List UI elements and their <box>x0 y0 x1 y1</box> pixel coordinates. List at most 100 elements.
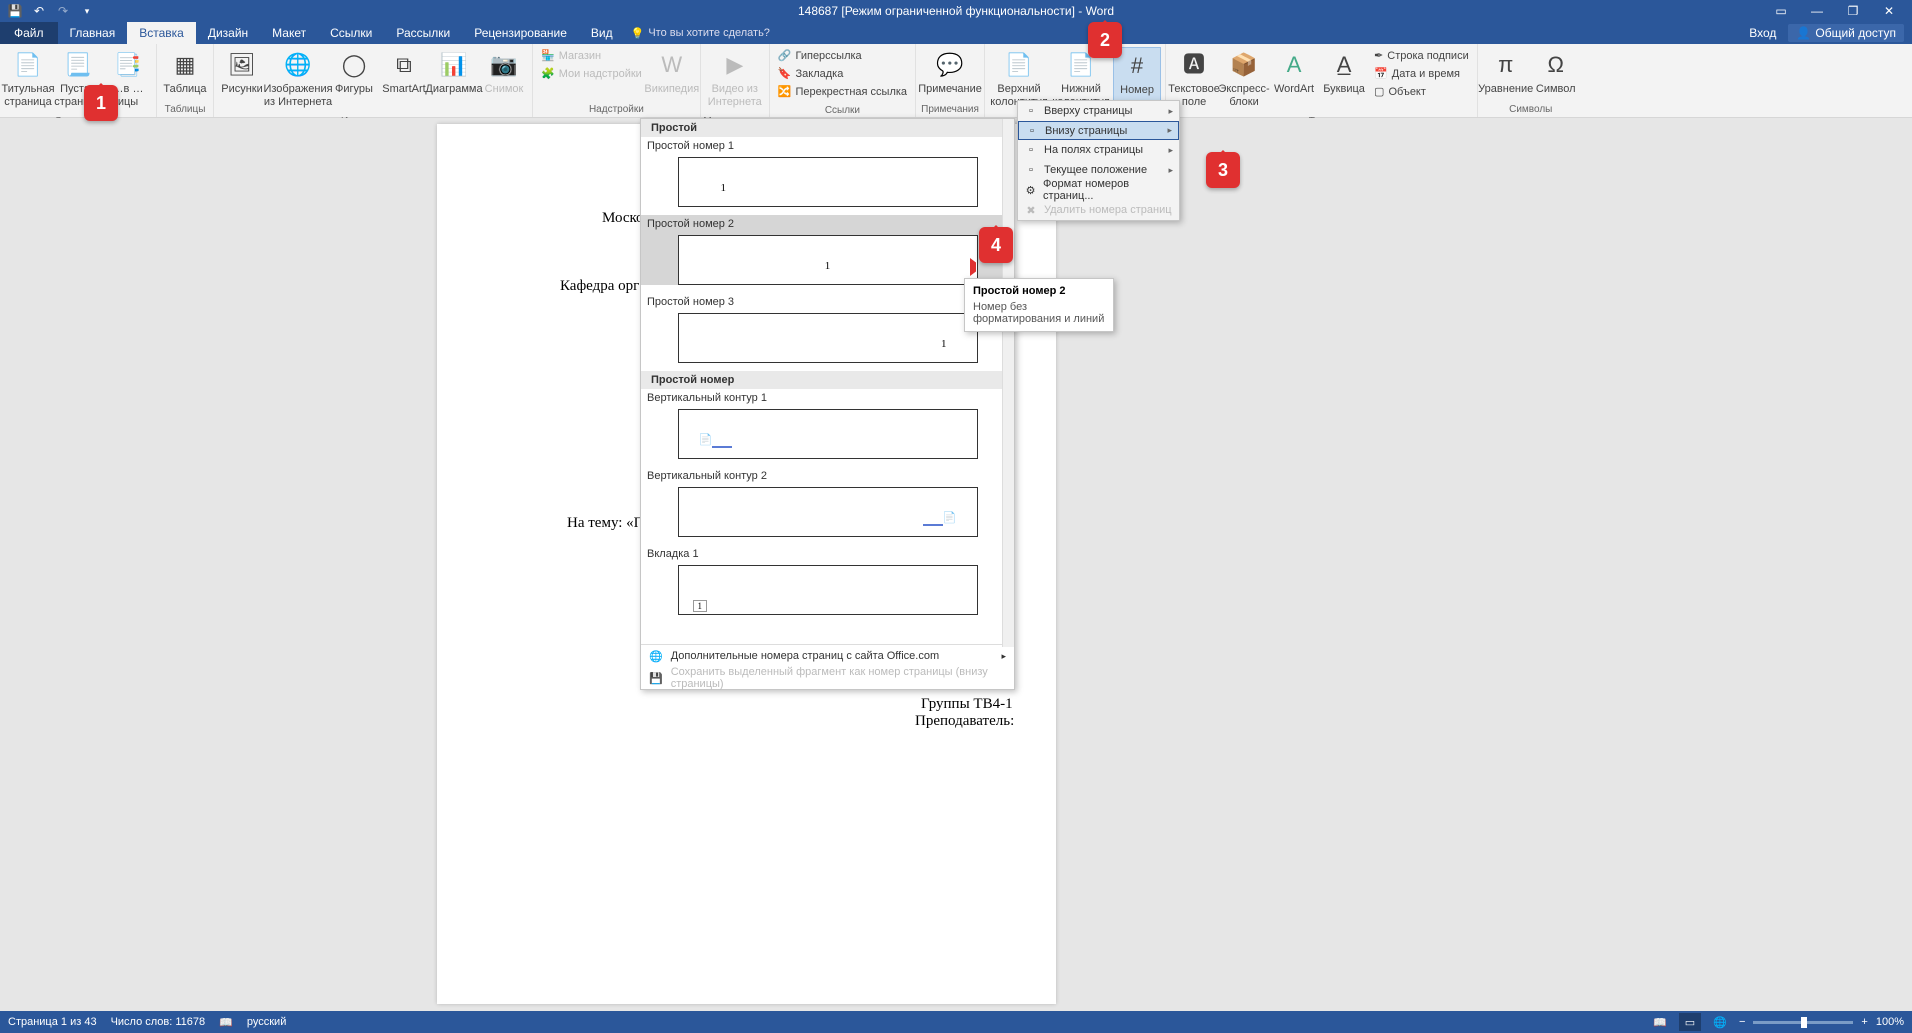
datetime-button[interactable]: 📅Дата и время <box>1370 65 1473 82</box>
cover-page-icon: 📄 <box>12 49 44 81</box>
save-icon[interactable]: 💾 <box>8 4 22 18</box>
gallery-item-simple-2[interactable]: Простой номер 2 1 <box>641 215 1014 285</box>
crossref-button[interactable]: 🔀Перекрестная ссылка <box>774 83 911 100</box>
pn-current-position[interactable]: ▫Текущее положение▸ <box>1018 160 1179 180</box>
wordart-icon: A <box>1278 49 1310 81</box>
pn-top-of-page[interactable]: ▫Вверху страницы▸ <box>1018 101 1179 121</box>
wordart-button[interactable]: AWordArt <box>1270 47 1318 98</box>
view-print-icon[interactable]: ▭ <box>1679 1013 1701 1031</box>
crossref-icon: 🔀 <box>778 85 792 98</box>
table-icon: ▦ <box>169 49 201 81</box>
tab-file[interactable]: Файл <box>0 22 58 44</box>
object-button[interactable]: ▢Объект <box>1370 83 1473 100</box>
gallery-preview-t1: 1 <box>678 565 978 615</box>
gallery-preview-v2: 📄 <box>678 487 978 537</box>
pictures-button[interactable]: 🖼Рисунки <box>218 47 266 98</box>
pn-page-margins[interactable]: ▫На полях страницы▸ <box>1018 140 1179 160</box>
gallery-item-vert-2[interactable]: Вертикальный контур 2 📄 <box>641 467 1014 537</box>
comment-button[interactable]: 💬Примечание <box>920 47 980 98</box>
zoom-in-icon[interactable]: + <box>1861 1016 1867 1028</box>
tab-home[interactable]: Главная <box>58 22 128 44</box>
group-symbols: πУравнение ΩСимвол Символы <box>1478 44 1584 117</box>
my-addins-button: 🧩Мои надстройки <box>537 65 646 82</box>
tab-view[interactable]: Вид <box>579 22 625 44</box>
shapes-button[interactable]: ◯Фигуры <box>330 47 378 98</box>
signature-line-button[interactable]: ✒Строка подписи <box>1370 47 1473 64</box>
zoom-slider[interactable] <box>1753 1021 1853 1024</box>
callout-3: 3 <box>1206 152 1240 188</box>
dropcap-button[interactable]: A̲Буквица <box>1320 47 1368 98</box>
quickparts-button[interactable]: 📦Экспресс-блоки <box>1220 47 1268 111</box>
doc-line-3: На тему: «П <box>567 515 645 532</box>
bookmark-button[interactable]: 🔖Закладка <box>774 65 911 82</box>
gallery-preview-v1: 📄 <box>678 409 978 459</box>
online-video-button: ▶Видео из Интернета <box>705 47 765 111</box>
doc-line-2: Кафедра орг <box>560 278 639 295</box>
zoom-out-icon[interactable]: − <box>1739 1016 1745 1028</box>
cover-page-button[interactable]: 📄Титульная страница <box>4 47 52 111</box>
gallery-item-tab-1[interactable]: Вкладка 1 1 <box>641 545 1014 615</box>
chevron-right-icon: ▸ <box>1001 651 1006 662</box>
gallery-scrollbar[interactable] <box>1002 119 1014 647</box>
tab-insert[interactable]: Вставка <box>127 22 196 44</box>
login-link[interactable]: Вход <box>1749 26 1776 40</box>
tab-layout[interactable]: Макет <box>260 22 318 44</box>
person-icon: 👤 <box>1796 26 1811 40</box>
gallery-item-vert-1[interactable]: Вертикальный контур 1 📄 <box>641 389 1014 459</box>
equation-button[interactable]: πУравнение <box>1482 47 1530 98</box>
remove-icon: ✖ <box>1024 203 1038 217</box>
group-links-label: Ссылки <box>770 103 915 118</box>
pn-format[interactable]: ⚙Формат номеров страниц... <box>1018 180 1179 200</box>
zoom-level[interactable]: 100% <box>1876 1016 1904 1028</box>
page-top-icon: ▫ <box>1024 104 1038 118</box>
tab-references[interactable]: Ссылки <box>318 22 384 44</box>
minimize-icon[interactable]: ― <box>1802 1 1832 21</box>
signature-icon: ✒ <box>1374 49 1383 62</box>
status-page[interactable]: Страница 1 из 43 <box>8 1016 97 1028</box>
titlebar: 💾 ↶ ↷ ▾ 148687 [Режим ограниченной функц… <box>0 0 1912 22</box>
group-tables-label: Таблицы <box>157 102 213 117</box>
qat-more-icon[interactable]: ▾ <box>80 4 94 18</box>
save-icon: 💾 <box>649 672 663 685</box>
table-button[interactable]: ▦Таблица <box>161 47 209 98</box>
format-icon: ⚙ <box>1024 183 1037 197</box>
tab-review[interactable]: Рецензирование <box>462 22 579 44</box>
object-icon: ▢ <box>1374 85 1384 98</box>
header-icon: 📄 <box>1003 49 1035 81</box>
status-language[interactable]: русский <box>247 1016 286 1028</box>
maximize-icon[interactable]: ❐ <box>1838 1 1868 21</box>
group-multimedia: ▶Видео из Интернета Мультимедиа <box>701 44 770 117</box>
proofing-icon[interactable]: 📖 <box>219 1016 233 1029</box>
cursor-pos-icon: ▫ <box>1024 163 1038 177</box>
gallery-preview-3: 1 <box>678 313 978 363</box>
chart-icon: 📊 <box>438 49 470 81</box>
online-pictures-button[interactable]: 🌐Изображения из Интернета <box>268 47 328 111</box>
undo-icon[interactable]: ↶ <box>32 4 46 18</box>
zoom-slider-thumb[interactable] <box>1801 1017 1807 1028</box>
status-words[interactable]: Число слов: 11678 <box>111 1016 206 1028</box>
gallery-item-simple-1[interactable]: Простой номер 1 1 <box>641 137 1014 207</box>
hyperlink-button[interactable]: 🔗Гиперссылка <box>774 47 911 64</box>
store-icon: 🏪 <box>541 49 555 62</box>
view-web-icon[interactable]: 🌐 <box>1709 1013 1731 1031</box>
view-read-icon[interactable]: 📖 <box>1649 1013 1671 1031</box>
smartart-button[interactable]: ⧉SmartArt <box>380 47 428 98</box>
chart-button[interactable]: 📊Диаграмма <box>430 47 478 98</box>
page-bottom-icon: ▫ <box>1025 124 1039 138</box>
tab-design[interactable]: Дизайн <box>196 22 260 44</box>
page-margin-icon: ▫ <box>1024 143 1038 157</box>
tab-mailings[interactable]: Рассылки <box>384 22 462 44</box>
share-button[interactable]: 👤Общий доступ <box>1788 24 1904 42</box>
symbol-button[interactable]: ΩСимвол <box>1532 47 1580 98</box>
redo-icon[interactable]: ↷ <box>56 4 70 18</box>
close-icon[interactable]: ✕ <box>1874 1 1904 21</box>
gallery-item-simple-3[interactable]: Простой номер 3 1 <box>641 293 1014 363</box>
ribbon-options-icon[interactable]: ▭ <box>1766 1 1796 21</box>
gallery-more-office[interactable]: 🌐Дополнительные номера страниц с сайта O… <box>641 645 1014 667</box>
equation-icon: π <box>1490 49 1522 81</box>
pn-bottom-of-page[interactable]: ▫Внизу страницы▸ <box>1018 121 1179 140</box>
page-break-icon: 📑 <box>112 49 144 81</box>
chevron-right-icon: ▸ <box>1167 125 1172 136</box>
tell-me[interactable]: 💡Что вы хотите сделать? <box>625 22 770 44</box>
chevron-right-icon: ▸ <box>1168 106 1173 117</box>
